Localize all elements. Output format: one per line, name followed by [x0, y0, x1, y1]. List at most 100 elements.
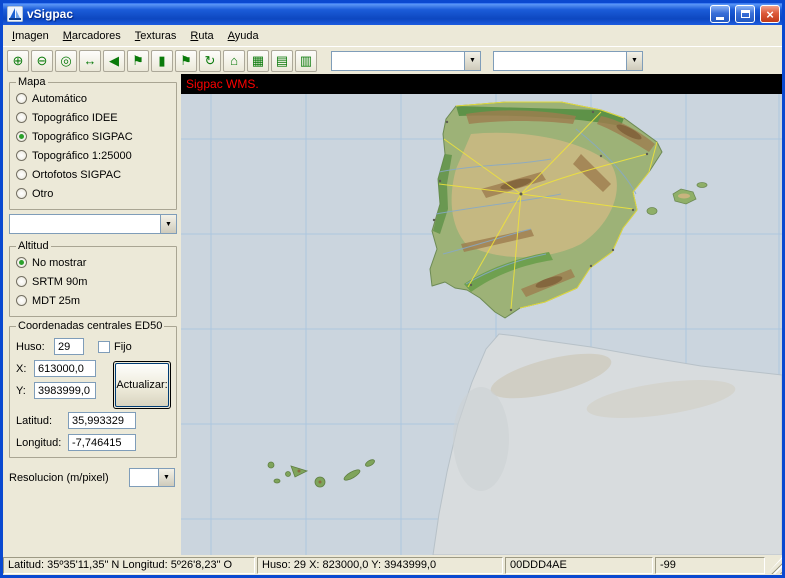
radio-checked-icon [16, 131, 27, 142]
app-logo-icon [7, 6, 23, 22]
chevron-down-icon[interactable]: ▼ [158, 469, 174, 486]
actualizar-focus-ring: Actualizar: [113, 361, 171, 409]
option-label: Topográfico 1:25000 [32, 150, 132, 162]
menu-marcadores[interactable]: Marcadores [56, 28, 128, 44]
add-marker-button[interactable]: ⚑ [127, 50, 149, 72]
mapa-option-otro[interactable]: Otro [16, 184, 170, 203]
map-area: Sigpac WMS. [181, 74, 782, 555]
zoom-in-button[interactable]: ⊕ [7, 50, 29, 72]
resolucion-combo-value [130, 469, 158, 486]
title-bar[interactable]: vSigpac × [3, 3, 782, 25]
radio-icon [16, 150, 27, 161]
option-label: Topográfico SIGPAC [32, 131, 133, 143]
option-label: SRTM 90m [32, 276, 87, 288]
radio-icon [16, 276, 27, 287]
markers-icon: ⚑ [180, 53, 192, 68]
previous-view-button[interactable]: ◀ [103, 50, 125, 72]
mapa-option-ortofotos-sigpac[interactable]: Ortofotos SIGPAC [16, 165, 170, 184]
pause-button[interactable]: ▮ [151, 50, 173, 72]
mapa-option-topografico-sigpac[interactable]: Topográfico SIGPAC [16, 127, 170, 146]
longitud-label: Longitud: [16, 437, 64, 449]
longitud-input[interactable] [68, 434, 136, 451]
toolbar-combo-1[interactable]: ▼ [331, 51, 481, 71]
map-status-strip: Sigpac WMS. [181, 74, 782, 94]
option-label: No mostrar [32, 257, 86, 269]
radio-checked-icon [16, 257, 27, 268]
menu-ruta[interactable]: Ruta [183, 28, 220, 44]
huso-label: Huso: [16, 341, 50, 353]
print-icon: ▤ [276, 53, 288, 68]
toolbar-combo-2[interactable]: ▼ [493, 51, 643, 71]
home-icon: ⌂ [230, 53, 238, 68]
altitud-groupbox: Altitud No mostrar SRTM 90m MDT 25m [9, 240, 177, 317]
resize-grip[interactable] [767, 557, 782, 574]
resolucion-combo[interactable]: ▼ [129, 468, 175, 487]
save-button[interactable]: ▦ [247, 50, 269, 72]
export-button[interactable]: ▥ [295, 50, 317, 72]
zoom-select-icon: ◎ [60, 53, 71, 68]
app-window: vSigpac × Imagen Marcadores Texturas Rut… [0, 0, 785, 578]
resolucion-label: Resolucion (m/pixel) [9, 472, 109, 484]
pause-icon: ▮ [158, 53, 165, 68]
minimize-button[interactable] [710, 5, 730, 23]
home-button[interactable]: ⌂ [223, 50, 245, 72]
zoom-out-button[interactable]: ⊖ [31, 50, 53, 72]
close-button[interactable]: × [760, 5, 780, 23]
add-marker-icon: ⚑ [132, 53, 144, 68]
mapa-option-topografico-25000[interactable]: Topográfico 1:25000 [16, 146, 170, 165]
radio-icon [16, 112, 27, 123]
refresh-button[interactable]: ↻ [199, 50, 221, 72]
mapa-option-automatico[interactable]: Automático [16, 89, 170, 108]
menu-bar: Imagen Marcadores Texturas Ruta Ayuda [3, 25, 782, 46]
huso-input[interactable] [54, 338, 84, 355]
maximize-icon [741, 10, 750, 18]
content-area: Mapa Automático Topográfico IDEE Topográ… [3, 74, 782, 555]
zoom-select-button[interactable]: ◎ [55, 50, 77, 72]
mapa-groupbox: Mapa Automático Topográfico IDEE Topográ… [9, 76, 177, 210]
status-tile-code: 00DDD4AE [505, 557, 653, 574]
combo-1-value [332, 52, 464, 70]
y-input[interactable] [34, 382, 96, 399]
option-label: MDT 25m [32, 295, 80, 307]
mapa-legend: Mapa [16, 76, 48, 88]
pan-icon: ↔ [84, 53, 97, 68]
radio-icon [16, 169, 27, 180]
option-label: Otro [32, 188, 53, 200]
menu-imagen[interactable]: Imagen [5, 28, 56, 44]
option-label: Automático [32, 93, 87, 105]
y-label: Y: [16, 385, 30, 397]
coordenadas-legend: Coordenadas centrales ED50 [16, 320, 164, 332]
combo-2-value [494, 52, 626, 70]
mapa-option-topografico-idee[interactable]: Topográfico IDEE [16, 108, 170, 127]
fijo-checkbox[interactable] [98, 341, 110, 353]
pan-button[interactable]: ↔ [79, 50, 101, 72]
previous-view-icon: ◀ [109, 53, 119, 68]
maximize-button[interactable] [735, 5, 755, 23]
status-misc-value: -99 [655, 557, 765, 574]
close-icon: × [766, 8, 774, 21]
menu-texturas[interactable]: Texturas [128, 28, 184, 44]
markers-button[interactable]: ⚑ [175, 50, 197, 72]
coordenadas-groupbox: Coordenadas centrales ED50 Huso: Fijo X:… [9, 320, 177, 458]
chevron-down-icon[interactable]: ▼ [464, 52, 480, 70]
chevron-down-icon[interactable]: ▼ [160, 215, 176, 233]
status-cursor-utm: Huso: 29 X: 823000,0 Y: 3943999,0 [257, 557, 503, 574]
altitud-option-mdt-25m[interactable]: MDT 25m [16, 291, 170, 310]
radio-icon [16, 188, 27, 199]
radio-icon [16, 295, 27, 306]
actualizar-button[interactable]: Actualizar: [115, 363, 169, 407]
map-source-combo[interactable]: ▼ [9, 214, 177, 234]
latitud-input[interactable] [68, 412, 136, 429]
altitud-option-srtm-90m[interactable]: SRTM 90m [16, 272, 170, 291]
altitud-option-no-mostrar[interactable]: No mostrar [16, 253, 170, 272]
print-button[interactable]: ▤ [271, 50, 293, 72]
menu-ayuda[interactable]: Ayuda [221, 28, 266, 44]
map-source-combo-value [10, 215, 160, 233]
altitud-legend: Altitud [16, 240, 51, 252]
chevron-down-icon[interactable]: ▼ [626, 52, 642, 70]
x-label: X: [16, 363, 30, 375]
map-canvas[interactable] [181, 94, 782, 555]
zoom-in-icon: ⊕ [13, 53, 24, 68]
option-label: Topográfico IDEE [32, 112, 118, 124]
x-input[interactable] [34, 360, 96, 377]
